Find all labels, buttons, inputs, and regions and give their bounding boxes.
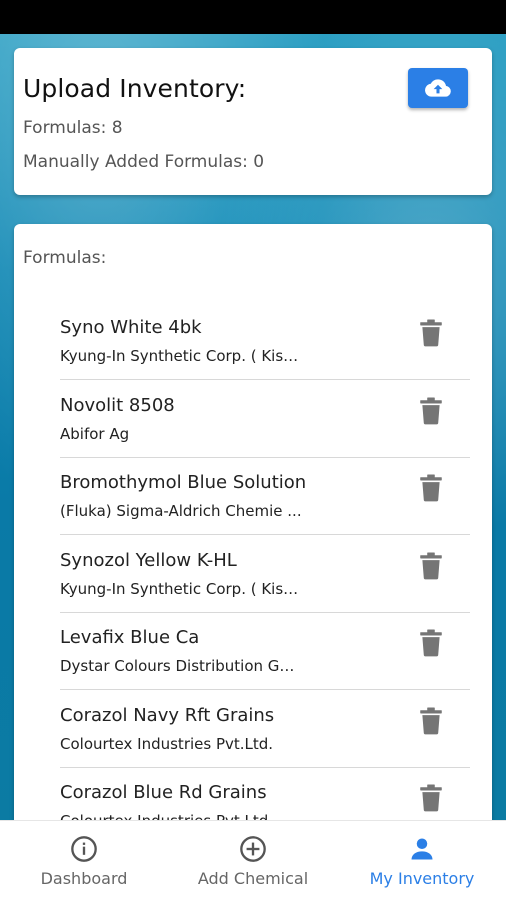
formula-name: Novolit 8508: [60, 394, 175, 416]
formulas-heading: Formulas:: [23, 248, 107, 268]
formula-name: Corazol Blue Rd Grains: [60, 782, 267, 803]
nav-add-chemical-label: Add Chemical: [197, 869, 309, 888]
bottom-nav: Dashboard Add Chemical My Inventory: [0, 820, 506, 901]
formulas-count: Formulas: 8: [23, 118, 123, 138]
person-icon: [411, 838, 433, 860]
formula-manufacturer: (Fluka) Sigma-Aldrich Chemie ...: [60, 502, 302, 520]
nav-add-chemical[interactable]: Add Chemical: [169, 821, 337, 901]
add-circle-icon: [240, 836, 266, 862]
info-icon: [71, 836, 97, 862]
manual-formulas-count: Manually Added Formulas: 0: [23, 152, 265, 172]
formula-list-item[interactable]: Bromothymol Blue Solution (Fluka) Sigma-A…: [60, 458, 470, 535]
formula-name: Bromothymol Blue Solution: [60, 472, 307, 493]
upload-button[interactable]: [408, 68, 468, 108]
cloud-upload-icon: [425, 79, 451, 97]
upload-title: Upload Inventory:: [23, 74, 247, 103]
formula-list-item[interactable]: Novolit 8508 Abifor Ag: [60, 381, 470, 458]
formula-manufacturer: Abifor Ag: [60, 424, 130, 443]
formula-name: Synozol Yellow K-HL: [60, 549, 237, 571]
trash-icon[interactable]: [418, 319, 444, 347]
formula-list-item[interactable]: Syno White 4bk Kyung-In Synthetic Corp. (…: [60, 303, 470, 380]
trash-icon[interactable]: [418, 629, 444, 657]
nav-dashboard[interactable]: Dashboard: [0, 821, 168, 901]
formula-manufacturer: Kyung-In Synthetic Corp. ( Kisc...: [60, 347, 305, 365]
trash-icon[interactable]: [418, 707, 444, 735]
trash-icon[interactable]: [418, 784, 444, 812]
formula-list-item[interactable]: Corazol Navy Rft Grains Colourtex Industr…: [60, 691, 470, 768]
nav-dashboard-label: Dashboard: [40, 869, 128, 888]
nav-my-inventory-label: My Inventory: [369, 869, 475, 888]
trash-icon[interactable]: [418, 397, 444, 425]
formula-list-item[interactable]: Synozol Yellow K-HL Kyung-In Synthetic Co…: [60, 536, 470, 613]
formula-manufacturer: Kyung-In Synthetic Corp. ( Kisc...: [60, 579, 305, 598]
formula-name: Levafix Blue Ca: [60, 627, 200, 648]
formula-manufacturer: Dystar Colours Distribution Gm...: [60, 657, 305, 675]
nav-my-inventory[interactable]: My Inventory: [338, 821, 506, 901]
trash-icon[interactable]: [418, 474, 444, 502]
trash-icon[interactable]: [418, 552, 444, 580]
formula-manufacturer: Colourtex Industries Pvt.Ltd.: [60, 734, 274, 753]
formula-name: Corazol Navy Rft Grains: [60, 704, 275, 726]
formula-name: Syno White 4bk: [60, 317, 202, 338]
status-bar: [0, 0, 506, 34]
formula-list-item[interactable]: Levafix Blue Ca Dystar Colours Distributi…: [60, 613, 470, 690]
